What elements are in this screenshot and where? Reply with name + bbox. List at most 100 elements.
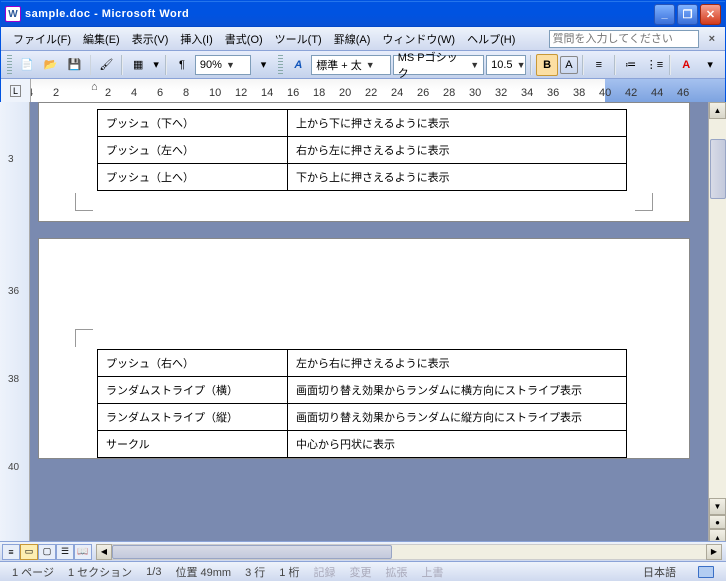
page-corner-icon [75,329,93,347]
horizontal-ruler[interactable]: ⌂ 42246810121416182022242628303234363840… [31,79,725,102]
zoom-select[interactable]: 90%▼ [195,55,251,75]
show-marks-button[interactable]: ¶ [171,54,193,76]
status-revision: 変更 [349,564,371,580]
scroll-thumb[interactable] [710,139,726,199]
toolbar-grip[interactable] [7,55,12,75]
page-2: プッシュ（右へ）左から右に押さえるように表示ランダムストライプ（横）画面切り替え… [38,238,690,459]
table-cell[interactable]: ランダムストライプ（横） [98,377,288,404]
align-justify-button[interactable]: ≡ [588,54,610,76]
menu-view[interactable]: 表示(V) [126,29,175,49]
page-corner-icon [75,193,93,211]
table-button[interactable]: ▦ [127,54,149,76]
chevron-down-icon: ▼ [470,60,479,70]
close-button[interactable]: ✕ [700,4,721,25]
hscroll-track[interactable] [112,544,706,560]
ruler-number: 2 [53,87,59,99]
menu-window[interactable]: ウィンドウ(W) [376,29,461,49]
table-cell[interactable]: プッシュ（左へ） [98,137,288,164]
page-corner-icon [635,193,653,211]
page-1: プッシュ（下へ）上から下に押さえるように表示プッシュ（左へ）右から左に押さえるよ… [38,102,690,222]
font-style-icon[interactable]: A [287,54,309,76]
menu-file[interactable]: ファイル(F) [7,29,77,49]
table-cell[interactable]: 上から下に押さえるように表示 [288,110,627,137]
font-color-button[interactable]: A [675,54,697,76]
table-cell[interactable]: 左から右に押さえるように表示 [288,350,627,377]
table-row[interactable]: プッシュ（左へ）右から左に押さえるように表示 [98,137,627,164]
table-2[interactable]: プッシュ（右へ）左から右に押さえるように表示ランダムストライプ（横）画面切り替え… [97,349,627,458]
table-dropdown[interactable]: ▾ [151,54,161,76]
table-row[interactable]: プッシュ（右へ）左から右に押さえるように表示 [98,350,627,377]
table-cell[interactable]: 下から上に押さえるように表示 [288,164,627,191]
format-brush-button[interactable]: 🖌 [95,54,117,76]
ruler-number: 32 [495,87,507,99]
separator [121,55,123,75]
table-cell[interactable]: プッシュ（上へ） [98,164,288,191]
toolbar-chevron[interactable]: ▾ [699,54,721,76]
status-pages: 1/3 [146,566,161,578]
table-cell[interactable]: ランダムストライプ（縦） [98,404,288,431]
vruler-number: 40 [8,462,19,473]
scroll-up-button[interactable]: ▲ [709,102,726,119]
view-web-button[interactable]: ▢ [38,544,56,560]
scroll-right-button[interactable]: ▶ [706,544,722,560]
font-select[interactable]: MS Pゴシック▼ [393,55,484,75]
table-cell[interactable]: プッシュ（右へ） [98,350,288,377]
spellcheck-icon[interactable] [698,566,714,578]
separator [582,55,584,75]
separator [669,55,671,75]
save-button[interactable]: 💾 [64,54,86,76]
separator [90,55,92,75]
menu-insert[interactable]: 挿入(I) [174,29,218,49]
view-normal-button[interactable]: ≡ [2,544,20,560]
indent-marker[interactable]: ⌂ [91,81,98,93]
menu-edit[interactable]: 編集(E) [77,29,126,49]
table-1[interactable]: プッシュ（下へ）上から下に押さえるように表示プッシュ（左へ）右から左に押さえるよ… [97,109,627,191]
document-canvas[interactable]: プッシュ（下へ）上から下に押さえるように表示プッシュ（左へ）右から左に押さえるよ… [30,102,708,561]
close-document-button[interactable]: × [705,33,719,45]
ask-question-input[interactable] [549,30,699,48]
scroll-left-button[interactable]: ◀ [96,544,112,560]
menu-tool[interactable]: ツール(T) [269,29,328,49]
view-reading-button[interactable]: 📖 [74,544,92,560]
menu-format[interactable]: 書式(O) [219,29,269,49]
view-outline-button[interactable]: ☰ [56,544,74,560]
chevron-down-icon: ▼ [366,60,375,70]
menu-ruled[interactable]: 罫線(A) [328,29,377,49]
toolbar-grip[interactable] [278,55,283,75]
toolbar: 📄 📂 💾 🖌 ▦ ▾ ¶ 90%▼ ▾ A 標準 + 太▼ MS Pゴシック▼… [1,51,725,79]
table-cell[interactable]: プッシュ（下へ） [98,110,288,137]
vertical-scrollbar[interactable]: ▲ ▼ ● ▴ ▾ [708,102,726,561]
horizontal-scrollbar[interactable]: ◀ ▶ [96,544,722,560]
hscroll-thumb[interactable] [112,545,392,559]
numbered-list-button[interactable]: ≔ [620,54,642,76]
maximize-button[interactable]: ❐ [677,4,698,25]
vertical-ruler[interactable]: 3363840 [0,102,30,561]
size-select[interactable]: 10.5▼ [486,55,526,75]
table-cell[interactable]: 中心から円状に表示 [288,431,627,458]
open-button[interactable]: 📂 [40,54,62,76]
bullet-list-button[interactable]: ⋮≡ [644,54,666,76]
table-row[interactable]: サークル中心から円状に表示 [98,431,627,458]
style-select[interactable]: 標準 + 太▼ [311,55,391,75]
table-cell[interactable]: 画面切り替え効果からランダムに横方向にストライプ表示 [288,377,627,404]
tab-type-button[interactable]: L [10,85,21,97]
minimize-button[interactable]: _ [654,4,675,25]
table-cell[interactable]: 画面切り替え効果からランダムに縦方向にストライプ表示 [288,404,627,431]
table-row[interactable]: プッシュ（上へ）下から上に押さえるように表示 [98,164,627,191]
ruler-number: 6 [157,87,163,99]
new-doc-button[interactable]: 📄 [16,54,38,76]
browse-object-button[interactable]: ● [709,515,726,529]
table-row[interactable]: ランダムストライプ（横）画面切り替え効果からランダムに横方向にストライプ表示 [98,377,627,404]
scroll-down-button[interactable]: ▼ [709,498,726,515]
chevron-down-icon: ▼ [517,60,526,70]
table-cell[interactable]: 右から左に押さえるように表示 [288,137,627,164]
menu-help[interactable]: ヘルプ(H) [461,29,521,49]
scroll-track[interactable] [709,119,726,498]
char-border-button[interactable]: A [560,56,578,74]
toolbar-chevron[interactable]: ▾ [253,54,275,76]
view-print-button[interactable]: ▭ [20,544,38,560]
table-row[interactable]: ランダムストライプ（縦）画面切り替え効果からランダムに縦方向にストライプ表示 [98,404,627,431]
table-row[interactable]: プッシュ（下へ）上から下に押さえるように表示 [98,110,627,137]
bold-button[interactable]: B [536,54,558,76]
table-cell[interactable]: サークル [98,431,288,458]
